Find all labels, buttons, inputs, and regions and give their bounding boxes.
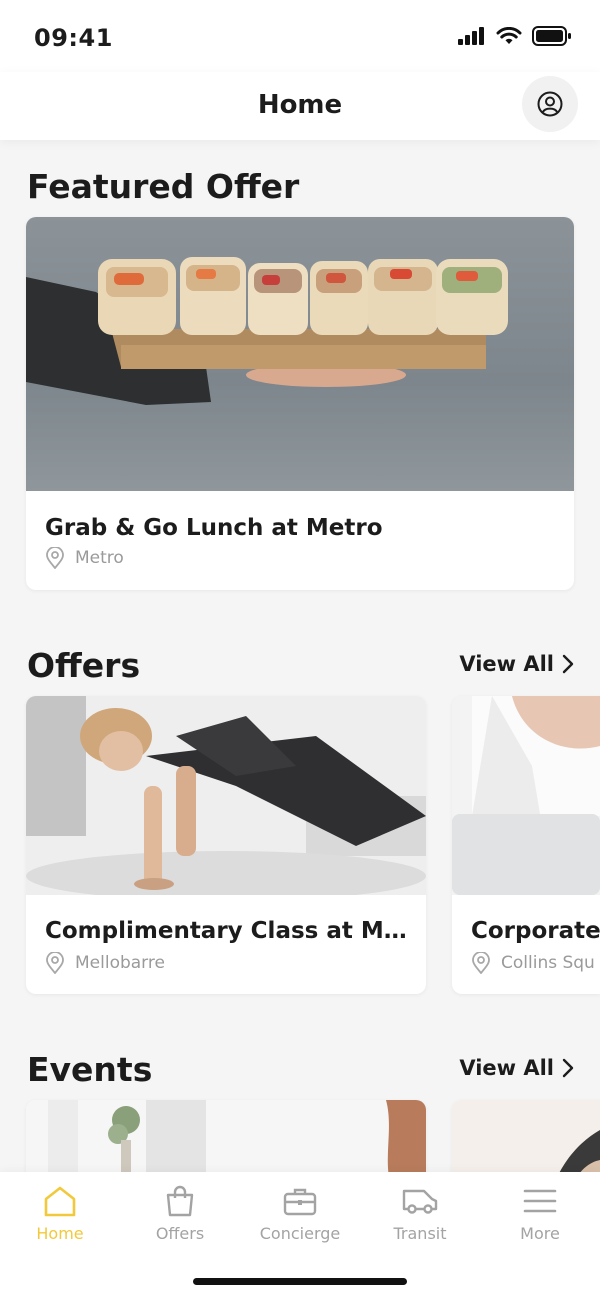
signal-icon [458, 27, 484, 45]
offer-card-location-text: Collins Squ [501, 953, 595, 973]
offers-view-all-label: View All [459, 652, 554, 676]
events-view-all-label: View All [459, 1056, 554, 1080]
offer-card[interactable]: Corporate V Collins Squ [452, 696, 600, 994]
user-circle-icon [537, 91, 563, 117]
offers-section-title: Offers [27, 646, 141, 685]
plank-photo [26, 696, 426, 901]
shopping-bag-icon [166, 1185, 194, 1217]
home-indicator [193, 1278, 407, 1285]
offer-card[interactable]: Complimentary Class at Mel... Mellobarre [26, 696, 426, 994]
tab-home-label: Home [36, 1224, 84, 1243]
featured-offer-image [26, 217, 574, 491]
status-time: 09:41 [34, 24, 113, 52]
chevron-right-icon [562, 1058, 574, 1078]
offer-card-location: Collins Squ [471, 952, 595, 974]
featured-offer-card[interactable]: Grab & Go Lunch at Metro Metro [26, 217, 574, 590]
featured-offer-title: Grab & Go Lunch at Metro [45, 515, 383, 541]
status-icons [458, 26, 572, 46]
home-icon [44, 1186, 76, 1217]
profile-button[interactable] [522, 76, 578, 132]
location-pin-icon [46, 547, 64, 569]
menu-icon [523, 1189, 557, 1213]
wraps-photo [26, 257, 508, 405]
van-icon [402, 1189, 438, 1214]
tab-home[interactable]: Home [0, 1184, 120, 1243]
featured-section-title: Featured Offer [27, 167, 300, 206]
offer-card-image [26, 696, 426, 901]
location-pin-icon [46, 952, 64, 974]
tab-more-label: More [520, 1224, 560, 1243]
offers-view-all-link[interactable]: View All [459, 652, 574, 676]
events-view-all-link[interactable]: View All [459, 1056, 574, 1080]
status-bar: 09:41 [0, 0, 600, 72]
tab-transit[interactable]: Transit [360, 1184, 480, 1243]
corporate-photo [452, 696, 600, 895]
tab-transit-label: Transit [393, 1224, 447, 1243]
featured-offer-location-text: Metro [75, 548, 124, 568]
page-title: Home [257, 90, 343, 120]
chevron-right-icon [562, 654, 574, 674]
briefcase-icon [283, 1188, 317, 1216]
battery-icon [532, 26, 571, 46]
location-pin-icon [472, 952, 490, 974]
offer-card-location: Mellobarre [45, 952, 165, 974]
offer-card-location-text: Mellobarre [75, 953, 165, 973]
tab-more[interactable]: More [480, 1184, 600, 1243]
nav-bar: Home [0, 72, 600, 140]
offer-card-title: Corporate V [471, 918, 600, 944]
tab-offers[interactable]: Offers [120, 1184, 240, 1243]
tab-concierge-label: Concierge [259, 1224, 341, 1243]
tab-offers-label: Offers [155, 1224, 205, 1243]
tab-bar: Home Offers Concierge Transit More [0, 1172, 600, 1299]
offer-card-title: Complimentary Class at Mel... [45, 918, 407, 944]
tab-concierge[interactable]: Concierge [240, 1184, 360, 1243]
wifi-icon [496, 26, 522, 44]
events-section-title: Events [27, 1050, 153, 1089]
featured-offer-location: Metro [45, 547, 124, 569]
offer-card-image [452, 696, 600, 895]
